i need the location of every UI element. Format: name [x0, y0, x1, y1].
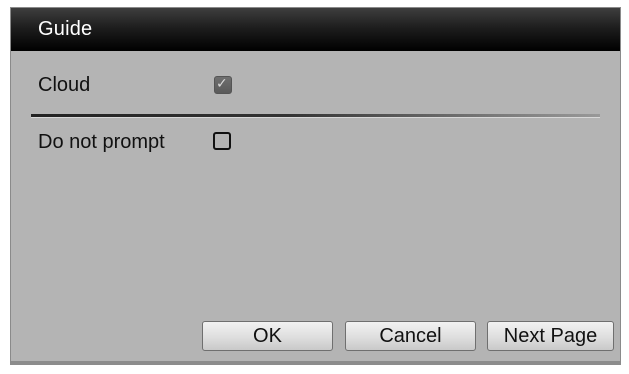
dialog-title: Guide [38, 18, 93, 40]
cloud-checkbox[interactable]: ✓ [214, 75, 232, 94]
next-page-button[interactable]: Next Page [487, 321, 614, 351]
checkmark-icon: ✓ [216, 75, 228, 91]
cloud-label: Cloud [38, 74, 91, 96]
do-not-prompt-checkbox[interactable] [213, 132, 231, 150]
ok-button[interactable]: OK [202, 321, 333, 351]
cancel-button[interactable]: Cancel [345, 321, 476, 351]
guide-dialog: Guide Cloud ✓ Do not prompt OK Cancel Ne… [10, 7, 621, 365]
do-not-prompt-label: Do not prompt [38, 131, 165, 153]
title-bar: Guide [11, 8, 620, 51]
divider [31, 114, 600, 118]
